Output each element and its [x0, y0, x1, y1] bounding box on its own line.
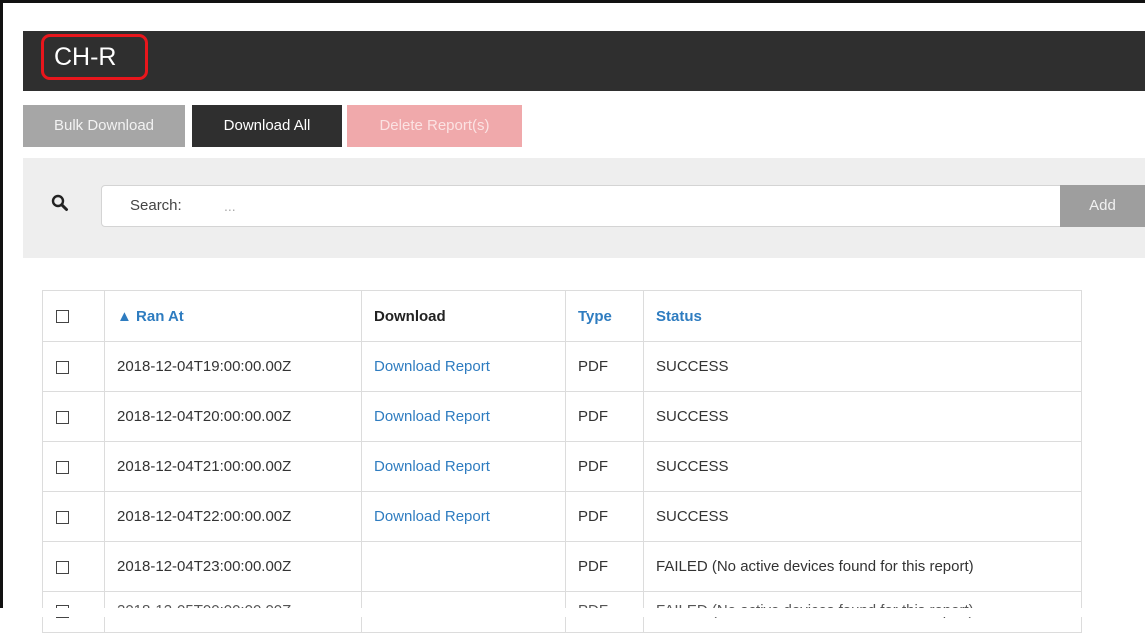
- status-cell: SUCCESS: [643, 391, 1082, 442]
- type-cell: PDF: [565, 341, 644, 392]
- search-placeholder: ...: [224, 198, 236, 214]
- type-cell: PDF: [565, 541, 644, 592]
- row-checkbox[interactable]: [56, 510, 69, 524]
- delete-reports-button[interactable]: Delete Report(s): [347, 105, 522, 147]
- table-row: 2018-12-04T21:00:00.00Z Download Report …: [42, 441, 1082, 492]
- status-cell: SUCCESS: [643, 491, 1082, 542]
- row-checkbox[interactable]: [56, 460, 69, 474]
- ran-at-cell: 2018-12-04T19:00:00.00Z: [104, 341, 362, 392]
- status-cell: SUCCESS: [643, 441, 1082, 492]
- search-input[interactable]: Search: ...: [101, 185, 1061, 227]
- select-all-cell: [42, 290, 105, 342]
- download-header: Download: [361, 290, 566, 342]
- status-cell: FAILED (No active devices found for this…: [643, 541, 1082, 592]
- table-row: 2018-12-04T23:00:00.00Z PDF FAILED (No a…: [42, 541, 1082, 592]
- table-row: 2018-12-04T22:00:00.00Z Download Report …: [42, 491, 1082, 542]
- viewport-clip: [0, 608, 1145, 617]
- table-header-row: ▲ Ran At Download Type Status: [42, 290, 1082, 342]
- table-row: 2018-12-04T19:00:00.00Z Download Report …: [42, 341, 1082, 392]
- add-button[interactable]: Add: [1060, 185, 1145, 227]
- download-cell: [361, 541, 566, 592]
- row-select-cell: [42, 491, 105, 542]
- row-select-cell: [42, 441, 105, 492]
- ran-at-cell: 2018-12-04T23:00:00.00Z: [104, 541, 362, 592]
- search-icon: [51, 194, 69, 212]
- row-select-cell: [42, 341, 105, 392]
- type-cell: PDF: [565, 391, 644, 442]
- row-select-cell: [42, 391, 105, 442]
- download-all-button[interactable]: Download All: [192, 105, 342, 147]
- row-checkbox[interactable]: [56, 410, 69, 424]
- type-cell: PDF: [565, 441, 644, 492]
- status-cell: SUCCESS: [643, 341, 1082, 392]
- ran-at-cell: 2018-12-04T22:00:00.00Z: [104, 491, 362, 542]
- type-cell: PDF: [565, 491, 644, 542]
- row-select-cell: [42, 541, 105, 592]
- select-all-checkbox[interactable]: [56, 310, 69, 324]
- type-header[interactable]: Type: [565, 290, 644, 342]
- reports-table: ▲ Ran At Download Type Status 2018-12-04…: [42, 290, 1082, 633]
- row-checkbox[interactable]: [56, 360, 69, 374]
- page-title: CH-R: [41, 34, 148, 80]
- bulk-download-button[interactable]: Bulk Download: [23, 105, 185, 147]
- row-checkbox[interactable]: [56, 560, 69, 574]
- download-report-link[interactable]: Download Report: [361, 491, 566, 542]
- ran-at-cell: 2018-12-04T21:00:00.00Z: [104, 441, 362, 492]
- ran-at-cell: 2018-12-04T20:00:00.00Z: [104, 391, 362, 442]
- page-header: CH-R: [23, 31, 1145, 91]
- search-label: Search:: [130, 197, 182, 214]
- download-report-link[interactable]: Download Report: [361, 341, 566, 392]
- status-header[interactable]: Status: [643, 290, 1082, 342]
- download-report-link[interactable]: Download Report: [361, 441, 566, 492]
- ran-at-header[interactable]: ▲ Ran At: [104, 290, 362, 342]
- download-report-link[interactable]: Download Report: [361, 391, 566, 442]
- search-bar: Search: ... Add: [23, 158, 1145, 258]
- table-row: 2018-12-04T20:00:00.00Z Download Report …: [42, 391, 1082, 442]
